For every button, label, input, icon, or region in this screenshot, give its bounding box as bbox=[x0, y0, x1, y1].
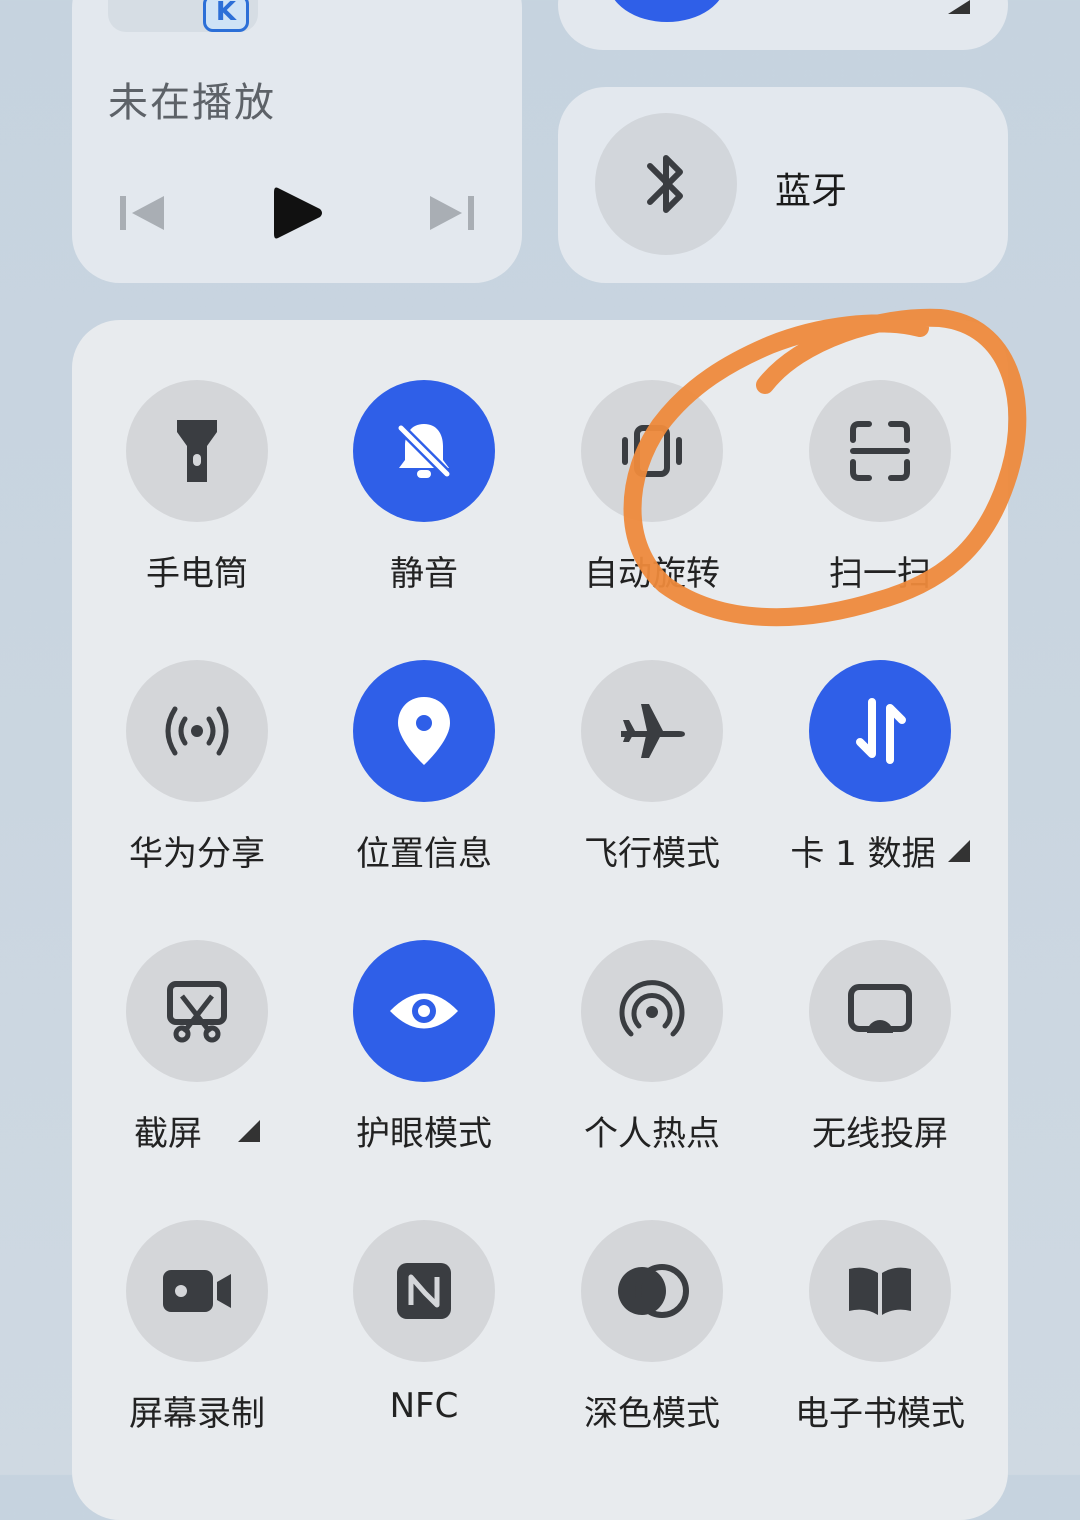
toggle-label: 卡 1 数据 bbox=[790, 834, 936, 874]
toggle-label-wrap: 飞行模式 bbox=[584, 826, 720, 875]
cast-icon bbox=[845, 981, 915, 1041]
nfc-icon bbox=[393, 1259, 455, 1323]
dark-mode-icon bbox=[614, 1263, 690, 1319]
share-signal-icon bbox=[159, 701, 235, 761]
toggle-tile[interactable]: 手电筒 bbox=[97, 380, 297, 595]
toggle-label-wrap: 自动旋转 bbox=[584, 546, 720, 595]
toggle-tile[interactable]: 卡 1 数据 bbox=[780, 660, 980, 875]
toggle-tile[interactable]: 电子书模式 bbox=[780, 1220, 980, 1435]
music-app-logo: K bbox=[203, 0, 249, 32]
toggle-button[interactable] bbox=[126, 1220, 268, 1362]
toggle-tile[interactable]: 华为分享 bbox=[97, 660, 297, 875]
toggle-label-wrap: 扫一扫 bbox=[829, 546, 931, 595]
toggle-label-wrap: 手电筒 bbox=[146, 546, 248, 595]
play-icon[interactable] bbox=[268, 182, 328, 244]
toggle-label-wrap: 屏幕录制 bbox=[129, 1386, 265, 1435]
toggle-label-wrap: 卡 1 数据 bbox=[790, 826, 970, 875]
toggle-tile[interactable]: 位置信息 bbox=[324, 660, 524, 875]
rotate-icon bbox=[617, 416, 687, 486]
toggle-button[interactable] bbox=[809, 940, 951, 1082]
toggle-button[interactable] bbox=[126, 380, 268, 522]
toggle-label: 深色模式 bbox=[584, 1394, 720, 1434]
bluetooth-toggle[interactable] bbox=[595, 113, 737, 255]
eye-icon bbox=[386, 986, 462, 1036]
skip-next-icon[interactable] bbox=[426, 190, 476, 236]
toggle-button[interactable] bbox=[809, 660, 951, 802]
toggle-label: 电子书模式 bbox=[795, 1394, 965, 1434]
toggle-button[interactable] bbox=[809, 380, 951, 522]
location-pin-icon bbox=[394, 693, 454, 769]
book-icon bbox=[845, 1263, 915, 1319]
toggle-tile[interactable]: 自动旋转 bbox=[552, 380, 752, 595]
screenshot-icon bbox=[162, 976, 232, 1046]
toggle-button[interactable] bbox=[581, 380, 723, 522]
toggle-label-wrap: 深色模式 bbox=[584, 1386, 720, 1435]
toggle-button[interactable] bbox=[126, 940, 268, 1082]
flashlight-icon bbox=[169, 416, 225, 486]
toggle-tile[interactable]: 深色模式 bbox=[552, 1220, 752, 1435]
toggle-button[interactable] bbox=[353, 940, 495, 1082]
bell-off-icon bbox=[389, 416, 459, 486]
toggle-tile[interactable]: 个人热点 bbox=[552, 940, 752, 1155]
toggle-label: 屏幕录制 bbox=[129, 1394, 265, 1434]
toggle-label: 位置信息 bbox=[356, 834, 492, 874]
toggle-tile[interactable]: 扫一扫 bbox=[780, 380, 980, 595]
toggle-tile[interactable]: 无线投屏 bbox=[780, 940, 980, 1155]
toggle-tile[interactable]: 飞行模式 bbox=[552, 660, 752, 875]
expand-triangle-icon[interactable] bbox=[947, 839, 970, 862]
toggle-label: 护眼模式 bbox=[356, 1114, 492, 1154]
toggle-label: 静音 bbox=[390, 554, 458, 594]
media-status: 未在播放 bbox=[108, 80, 276, 126]
toggle-button[interactable] bbox=[581, 660, 723, 802]
toggle-label: 个人热点 bbox=[584, 1114, 720, 1154]
toggle-label-wrap: 华为分享 bbox=[129, 826, 265, 875]
airplane-icon bbox=[617, 696, 687, 766]
toggle-tile[interactable]: 截屏 bbox=[97, 940, 297, 1155]
toggle-label: 无线投屏 bbox=[812, 1114, 948, 1154]
data-arrows-icon bbox=[850, 696, 910, 766]
toggle-label-wrap: 护眼模式 bbox=[356, 1106, 492, 1155]
toggle-label: 自动旋转 bbox=[584, 554, 720, 594]
toggle-label-wrap: 电子书模式 bbox=[795, 1386, 965, 1435]
toggle-label-wrap: 无线投屏 bbox=[812, 1106, 948, 1155]
toggle-button[interactable] bbox=[581, 940, 723, 1082]
toggle-button[interactable] bbox=[353, 660, 495, 802]
toggle-tile[interactable]: 静音 bbox=[324, 380, 524, 595]
skip-previous-icon[interactable] bbox=[118, 190, 168, 236]
bluetooth-icon bbox=[647, 155, 683, 213]
toggle-label: 截屏 bbox=[134, 1114, 202, 1154]
toggle-label: 飞行模式 bbox=[584, 834, 720, 874]
toggle-tile[interactable]: 屏幕录制 bbox=[97, 1220, 297, 1435]
bluetooth-label: 蓝牙 bbox=[775, 171, 848, 212]
scan-icon bbox=[845, 416, 915, 486]
toggle-label: NFC bbox=[389, 1386, 459, 1426]
toggle-label-wrap: NFC bbox=[390, 1386, 459, 1426]
expand-triangle-icon[interactable] bbox=[238, 1119, 260, 1142]
toggle-button[interactable] bbox=[353, 380, 495, 522]
toggle-label-wrap: 截屏 bbox=[134, 1106, 260, 1155]
toggle-label-wrap: 静音 bbox=[390, 546, 458, 595]
toggle-label-wrap: 个人热点 bbox=[584, 1106, 720, 1155]
hotspot-icon bbox=[617, 976, 687, 1046]
toggle-label: 手电筒 bbox=[146, 554, 248, 594]
video-camera-icon bbox=[159, 1264, 235, 1318]
toggle-label: 扫一扫 bbox=[829, 554, 931, 594]
toggle-label: 华为分享 bbox=[129, 834, 265, 874]
toggle-label-wrap: 位置信息 bbox=[356, 826, 492, 875]
toggle-tile[interactable]: NFC bbox=[324, 1220, 524, 1426]
toggle-button[interactable] bbox=[809, 1220, 951, 1362]
toggle-tile[interactable]: 护眼模式 bbox=[324, 940, 524, 1155]
toggle-button[interactable] bbox=[126, 660, 268, 802]
toggle-button[interactable] bbox=[581, 1220, 723, 1362]
expand-triangle-icon[interactable] bbox=[948, 0, 970, 14]
toggle-button[interactable] bbox=[353, 1220, 495, 1362]
